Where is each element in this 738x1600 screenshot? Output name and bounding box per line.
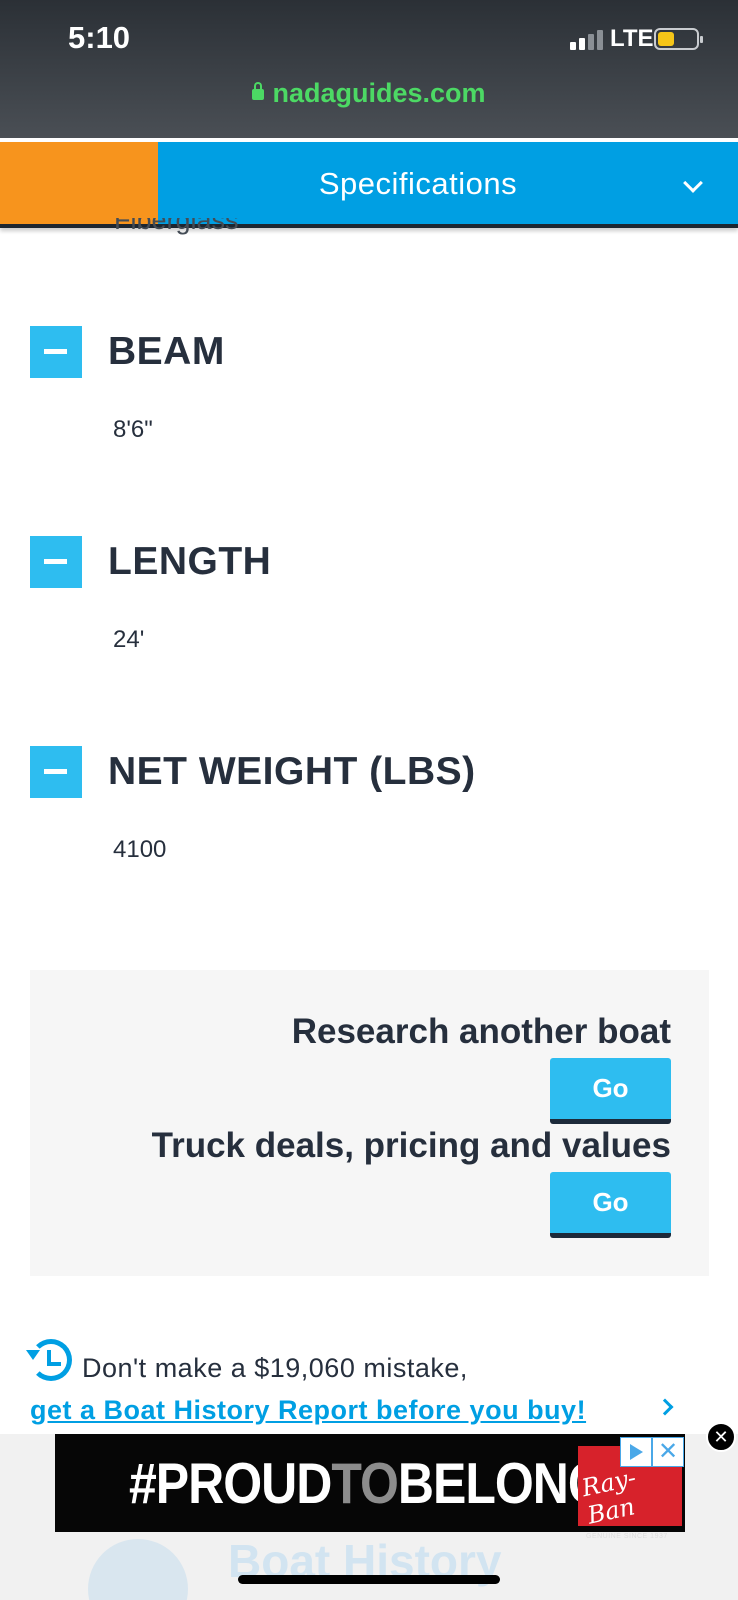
chevron-down-icon	[683, 173, 703, 193]
status-time: 5:10	[68, 20, 131, 55]
signal-icon	[570, 30, 603, 50]
ad-dismiss-icon[interactable]: ✕	[706, 1422, 736, 1452]
lock-icon	[252, 82, 265, 100]
research-boat-label: Research another boat	[291, 1012, 671, 1051]
section-dropdown-label: Specifications	[318, 166, 518, 201]
adchoices-icon[interactable]	[620, 1437, 652, 1467]
hull-material-value: Fiberglass	[114, 218, 239, 235]
url-text: nadaguides.com	[272, 78, 486, 108]
battery-icon	[654, 28, 703, 50]
spec-title: LENGTH	[108, 540, 272, 583]
research-box: Research another boat Go Truck deals, pr…	[30, 970, 709, 1276]
truck-deals-label: Truck deals, pricing and values	[151, 1126, 671, 1165]
spec-value: 24'	[113, 626, 145, 653]
nav-orange-tab[interactable]	[0, 142, 158, 224]
history-report-link[interactable]: get a Boat History Report before you buy…	[30, 1395, 586, 1426]
history-icon	[26, 1339, 72, 1381]
collapse-minus-icon[interactable]	[30, 326, 82, 378]
spec-title: BEAM	[108, 330, 225, 373]
home-indicator[interactable]	[238, 1575, 500, 1584]
ad-headline: #PROUDTOBELONG	[129, 1451, 607, 1516]
collapse-minus-icon[interactable]	[30, 536, 82, 588]
spec-value: 4100	[113, 836, 167, 863]
ad-close-icon[interactable]: ✕	[652, 1437, 684, 1467]
collapse-minus-icon[interactable]	[30, 746, 82, 798]
section-nav: Specifications	[0, 142, 738, 228]
research-boat-go-button[interactable]: Go	[550, 1058, 671, 1124]
ad-banner[interactable]: #PROUDTOBELONG Ray-Ban GENUINE SINCE 193…	[55, 1434, 685, 1540]
history-warning-text: Don't make a $19,060 mistake,	[82, 1353, 468, 1383]
url-bar[interactable]: nadaguides.com	[0, 78, 738, 109]
browser-header: 5:10 LTE nadaguides.com	[0, 0, 738, 138]
section-dropdown[interactable]: Specifications	[158, 142, 738, 224]
history-icon	[88, 1539, 188, 1600]
truck-deals-go-button[interactable]: Go	[550, 1172, 671, 1238]
spec-title: NET WEIGHT (LBS)	[108, 750, 476, 793]
network-label: LTE	[610, 25, 654, 52]
chevron-right-icon[interactable]	[656, 1398, 674, 1416]
spec-value: 8'6"	[113, 416, 153, 443]
